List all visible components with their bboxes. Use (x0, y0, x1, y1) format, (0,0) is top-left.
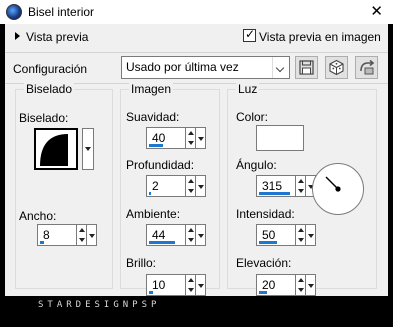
bevel-label: Biselado: (19, 111, 69, 125)
light-group-title: Luz (236, 82, 260, 96)
depth-label: Profundidad: (126, 158, 195, 172)
brightness-label: Brillo: (126, 256, 157, 270)
light-color-swatch[interactable] (256, 125, 304, 151)
random-button[interactable] (325, 56, 348, 79)
smoothness-updown[interactable] (186, 127, 196, 149)
ambient-updown[interactable] (186, 224, 196, 246)
elevation-label: Elevación: (236, 256, 292, 270)
intensity-updown[interactable] (296, 224, 306, 246)
intensity-field[interactable]: 50 (256, 224, 296, 246)
smoothness-value: 40 (152, 131, 166, 145)
color-label: Color: (236, 110, 269, 124)
preset-select[interactable]: Usado por última vez (121, 56, 290, 79)
save-preset-icon (299, 60, 314, 75)
width-spinner[interactable]: 8 (37, 224, 97, 246)
configuration-row: Configuración Usado por última vez (5, 52, 388, 84)
angle-field[interactable]: 315 (256, 175, 296, 197)
depth-field[interactable]: 2 (146, 175, 186, 197)
expand-preview-icon[interactable] (15, 32, 20, 40)
random-icon (329, 59, 344, 76)
intensity-spinner[interactable]: 50 (256, 224, 316, 246)
bevel-group-title: Biselado (24, 82, 75, 96)
elevation-spinner[interactable]: 20 (256, 274, 316, 296)
chevron-down-icon[interactable] (272, 57, 289, 78)
brightness-spinner[interactable]: 10 (146, 274, 206, 296)
depth-slider-popup[interactable] (196, 175, 206, 197)
smoothness-label: Suavidad: (126, 110, 180, 124)
smoothness-spinner[interactable]: 40 (146, 127, 206, 149)
intensity-value: 50 (262, 228, 276, 242)
app-icon (6, 4, 22, 20)
width-slider-popup[interactable] (87, 224, 97, 246)
smoothness-slider-popup[interactable] (196, 127, 206, 149)
angle-label: Ángulo: (236, 158, 277, 172)
brightness-level-bar (149, 291, 153, 294)
intensity-level-bar (259, 241, 277, 244)
width-field[interactable]: 8 (37, 224, 77, 246)
brightness-value: 10 (152, 278, 166, 292)
angle-dial[interactable] (312, 163, 364, 215)
close-icon[interactable]: ✕ (370, 2, 383, 20)
depth-value: 2 (152, 179, 159, 193)
bevel-shape-preview[interactable] (34, 128, 78, 170)
width-level-bar (40, 241, 44, 244)
elevation-slider-popup[interactable] (306, 274, 316, 296)
angle-spinner[interactable]: 315 (256, 175, 316, 197)
width-value: 8 (43, 228, 50, 242)
depth-spinner[interactable]: 2 (146, 175, 206, 197)
ambient-level-bar (149, 241, 175, 244)
angle-dial-needle-icon (325, 176, 341, 192)
bevel-shape-dropdown[interactable] (82, 128, 94, 170)
dialog-window: Bisel interior ✕ Vista previa ✓ Vista pr… (0, 0, 393, 327)
ambient-slider-popup[interactable] (196, 224, 206, 246)
elevation-level-bar (259, 291, 267, 294)
image-preview-label[interactable]: Vista previa en imagen (259, 30, 381, 44)
brightness-field[interactable]: 10 (146, 274, 186, 296)
ambient-value: 44 (152, 228, 166, 242)
image-group-title: Imagen (129, 82, 174, 96)
save-preset-button[interactable] (295, 56, 318, 79)
angle-level-bar (259, 192, 290, 195)
quarter-round-bevel-icon (40, 134, 68, 166)
brightness-updown[interactable] (186, 274, 196, 296)
intensity-label: Intensidad: (236, 207, 295, 221)
depth-level-bar (149, 192, 151, 195)
preset-value: Usado por última vez (126, 60, 239, 74)
brightness-slider-popup[interactable] (196, 274, 206, 296)
intensity-slider-popup[interactable] (306, 224, 316, 246)
checkmark-icon: ✓ (245, 27, 256, 41)
ambient-field[interactable]: 44 (146, 224, 186, 246)
elevation-value: 20 (262, 278, 276, 292)
window-title: Bisel interior (28, 5, 95, 19)
elevation-field[interactable]: 20 (256, 274, 296, 296)
reset-icon (360, 59, 375, 75)
angle-updown[interactable] (296, 175, 306, 197)
angle-value: 315 (262, 179, 283, 193)
depth-updown[interactable] (186, 175, 196, 197)
ambient-label: Ambiente: (126, 207, 181, 221)
preview-toggle-label[interactable]: Vista previa (26, 30, 88, 44)
reset-button[interactable] (355, 56, 378, 79)
smoothness-level-bar (149, 144, 163, 147)
width-updown[interactable] (77, 224, 87, 246)
elevation-updown[interactable] (296, 274, 306, 296)
smoothness-field[interactable]: 40 (146, 127, 186, 149)
preview-row: Vista previa ✓ Vista previa en imagen (5, 24, 388, 52)
configuration-label: Configuración (13, 62, 88, 76)
dialog-body: Vista previa ✓ Vista previa en imagen Co… (5, 24, 388, 296)
width-label: Ancho: (19, 209, 57, 223)
watermark-text: STARDESIGNPSP (38, 300, 161, 310)
ambient-spinner[interactable]: 44 (146, 224, 206, 246)
image-preview-checkbox[interactable]: ✓ (243, 27, 256, 42)
title-bar[interactable]: Bisel interior ✕ (0, 0, 393, 24)
